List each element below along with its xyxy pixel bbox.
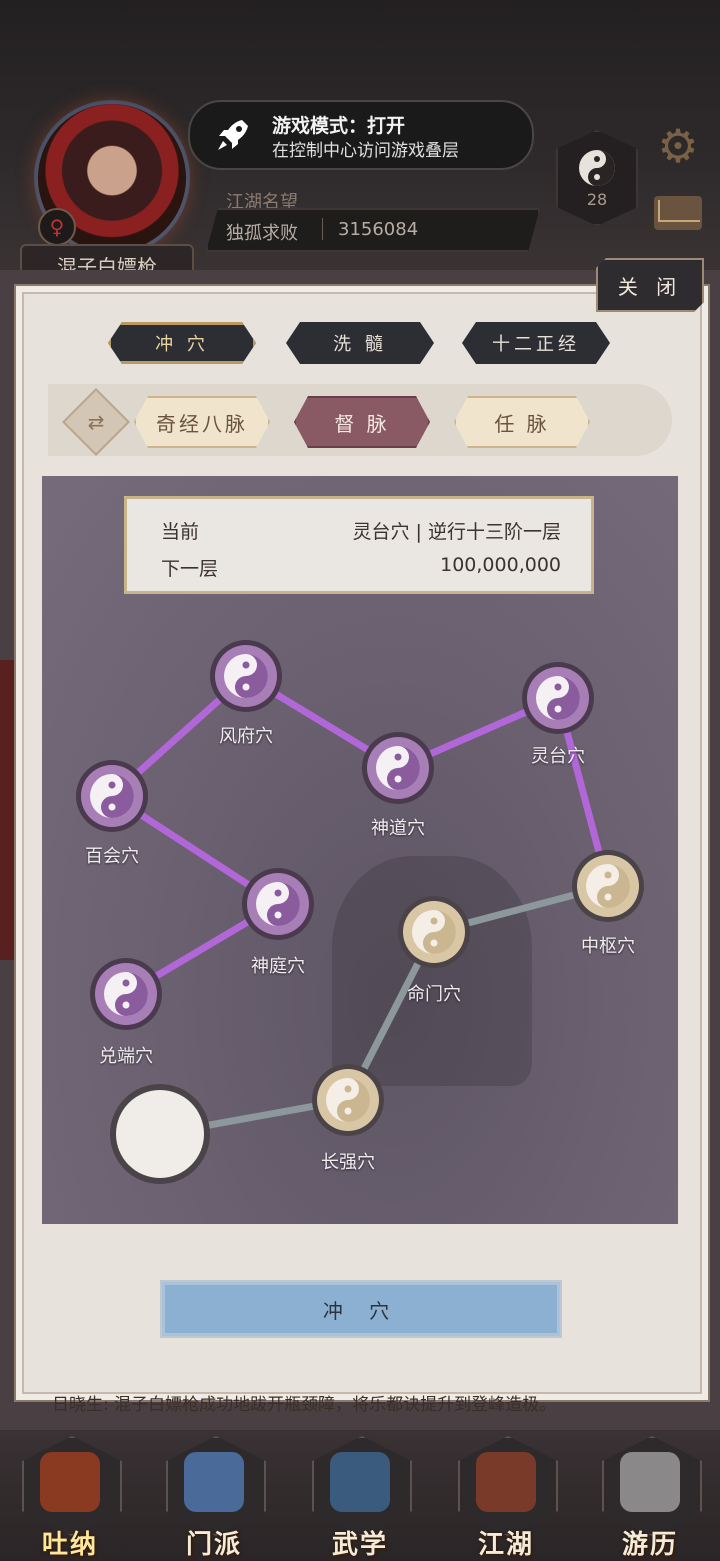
node-shendao <box>362 732 434 804</box>
current-value: 灵台穴 | 逆行十三阶一层 <box>352 521 561 543</box>
node-changqiang <box>312 1064 384 1136</box>
nav-sect[interactable]: 门派 <box>162 1436 266 1560</box>
node-lingtai <box>522 662 594 734</box>
node-duiduan <box>90 958 162 1030</box>
label-mingmen: 命门穴 <box>407 984 461 1005</box>
nav-jianghu[interactable]: 江湖 <box>454 1436 558 1560</box>
next-label: 下一层 <box>161 558 219 580</box>
gourd-icon <box>40 1452 100 1512</box>
nav-label: 武学 <box>331 1530 388 1560</box>
next-value: 100,000,000 <box>440 554 561 576</box>
game-mode-toast[interactable]: 游戏模式：打开 在控制中心访问游戏叠层 <box>188 100 534 170</box>
current-label: 当前 <box>161 521 200 543</box>
tab-twelve-meridians[interactable]: 十二正经 <box>462 322 610 364</box>
nav-martial[interactable]: 武学 <box>308 1436 412 1560</box>
horse-icon <box>620 1452 680 1512</box>
meridian-du[interactable]: 督 脉 <box>294 396 430 448</box>
label-lingtai: 灵台穴 <box>531 746 585 767</box>
meridian-qijing[interactable]: 奇经八脉 <box>134 396 270 448</box>
female-icon: ♀ <box>38 208 76 246</box>
label-fengfu: 风府穴 <box>219 726 273 747</box>
flag-icon <box>184 1452 244 1512</box>
tab-chongxue[interactable]: 冲 穴 <box>108 322 256 364</box>
fame-bar: 独孤求败 3156084 <box>206 208 540 252</box>
label-zhongshu: 中枢穴 <box>581 936 635 957</box>
rocket-icon <box>218 120 248 150</box>
node-zhongshu <box>572 850 644 922</box>
nav-label: 门派 <box>185 1530 242 1560</box>
label-shendao: 神道穴 <box>371 818 425 839</box>
nav-label: 游历 <box>621 1530 678 1560</box>
node-mingmen <box>398 896 470 968</box>
label-duiduan: 兑端穴 <box>99 1046 153 1067</box>
gear-icon[interactable]: ⚙ <box>652 120 704 172</box>
tab-xisui[interactable]: 洗 髓 <box>286 322 434 364</box>
nav-label: 江湖 <box>477 1530 534 1560</box>
swap-icon: ⇄ <box>87 410 105 434</box>
taiji-level-badge[interactable]: 28 <box>556 130 638 226</box>
label-changqiang: 长强穴 <box>321 1152 375 1173</box>
label-baihui: 百会穴 <box>85 846 139 867</box>
nav-travel[interactable]: 游历 <box>598 1436 702 1560</box>
toast-title: 游戏模式：打开 <box>272 115 406 137</box>
node-baihui <box>76 760 148 832</box>
breakthrough-button[interactable]: 冲 穴 <box>160 1280 562 1338</box>
player-title: 独孤求败 <box>226 223 298 244</box>
node-shenting <box>242 868 314 940</box>
label-shenting: 神庭穴 <box>251 956 305 977</box>
book-icon <box>330 1452 390 1512</box>
nav-tuna[interactable]: 吐纳 <box>18 1436 122 1560</box>
meridian-ren[interactable]: 任 脉 <box>454 396 590 448</box>
hat-icon <box>476 1452 536 1512</box>
fame-divider <box>322 218 323 240</box>
level-info-card: 当前 灵台穴 | 逆行十三阶一层 下一层 100,000,000 <box>124 496 594 594</box>
nav-label: 吐纳 <box>41 1530 98 1560</box>
close-button[interactable]: 关 闭 <box>596 258 704 312</box>
moon-icon <box>110 1084 210 1184</box>
node-fengfu <box>210 640 282 712</box>
mail-icon[interactable] <box>654 196 702 230</box>
fame-value: 3156084 <box>338 219 419 240</box>
badge-level: 28 <box>586 190 608 209</box>
toast-subtitle: 在控制中心访问游戏叠层 <box>272 141 459 161</box>
